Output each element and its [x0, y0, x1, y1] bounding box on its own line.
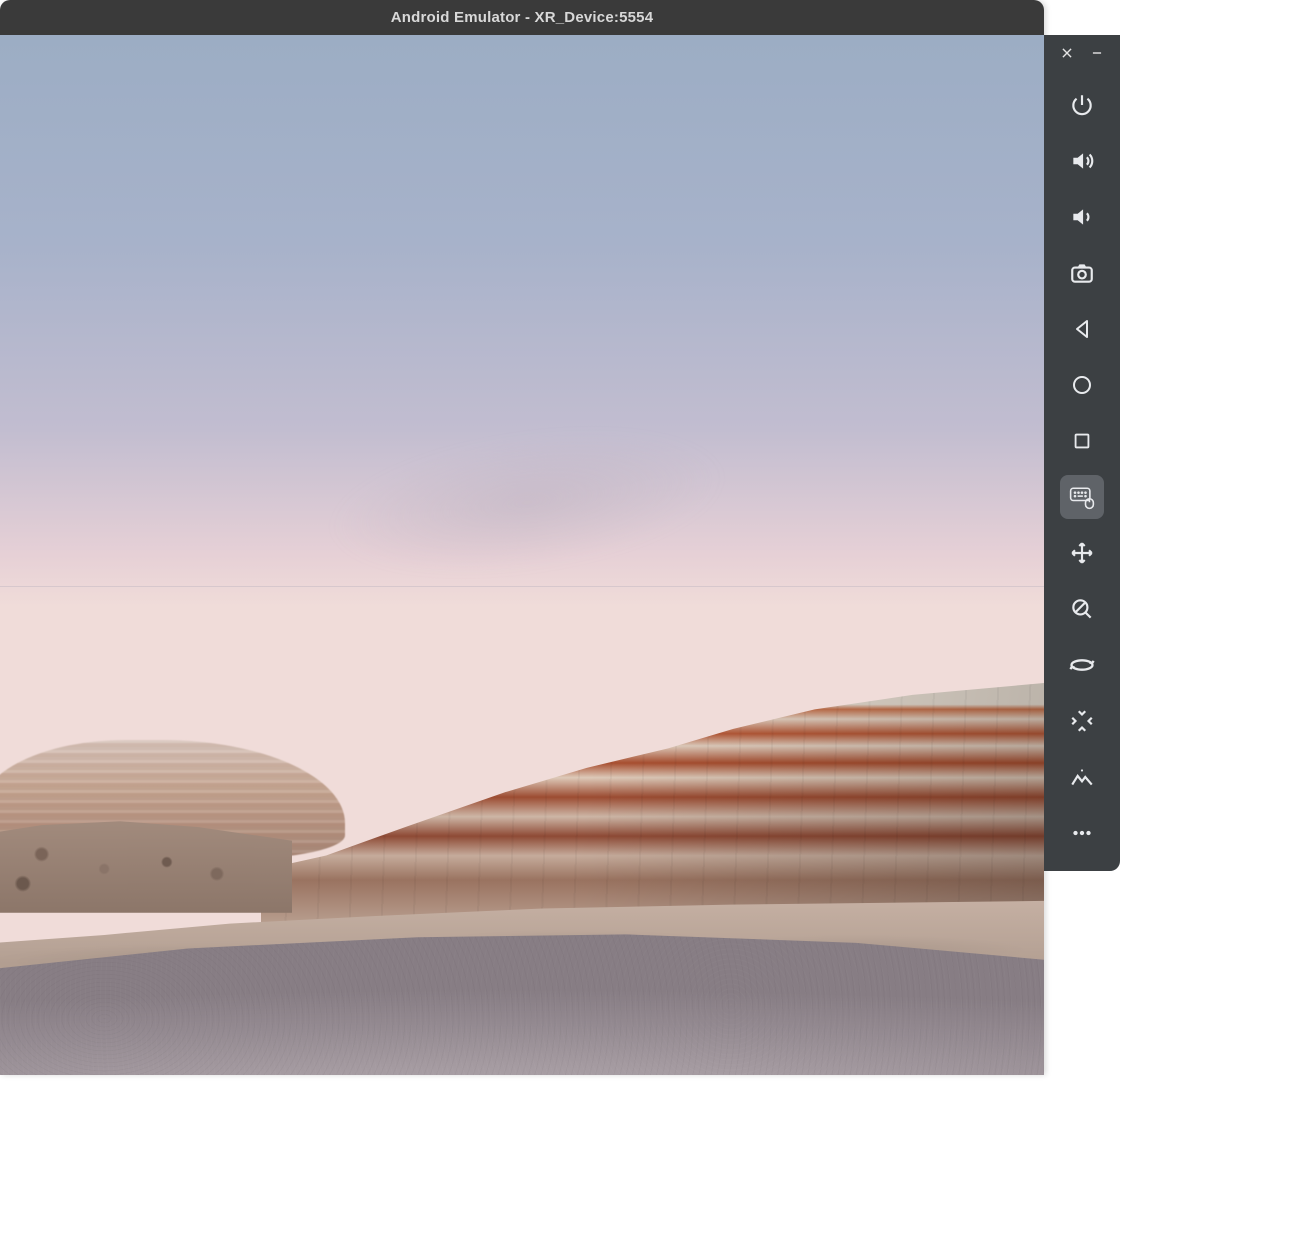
move-button[interactable]: [1060, 531, 1104, 575]
back-button[interactable]: [1060, 307, 1104, 351]
input-mode-icon: [1068, 483, 1096, 511]
emulator-toolbar: [1044, 35, 1120, 871]
passthrough-icon: [1069, 764, 1095, 790]
power-icon: [1069, 92, 1095, 118]
back-icon: [1070, 317, 1094, 341]
home-icon: [1070, 373, 1094, 397]
recenter-button[interactable]: [1060, 699, 1104, 743]
home-button[interactable]: [1060, 363, 1104, 407]
rotate-3d-icon: [1068, 651, 1096, 679]
move-icon: [1069, 540, 1095, 566]
more-button[interactable]: [1060, 811, 1104, 855]
scene-ground: [0, 534, 1044, 1075]
scene-foreground-rock: [0, 934, 1044, 1075]
window-titlebar[interactable]: Android Emulator - XR_Device:5554: [0, 0, 1044, 35]
recenter-icon: [1069, 708, 1095, 734]
volume-down-button[interactable]: [1060, 195, 1104, 239]
close-icon: [1060, 46, 1074, 60]
emulator-window: Android Emulator - XR_Device:5554: [0, 0, 1044, 1075]
zoom-disabled-icon: [1069, 596, 1095, 622]
window-title: Android Emulator - XR_Device:5554: [391, 9, 654, 26]
emulator-viewport[interactable]: [0, 35, 1044, 1075]
overview-icon: [1071, 430, 1093, 452]
power-button[interactable]: [1060, 83, 1104, 127]
scene-mesa: [261, 680, 1044, 923]
volume-up-button[interactable]: [1060, 139, 1104, 183]
more-icon: [1069, 820, 1095, 846]
close-button[interactable]: [1055, 41, 1079, 65]
minimize-button[interactable]: [1085, 41, 1109, 65]
screenshot-icon: [1069, 260, 1095, 286]
volume-down-icon: [1069, 204, 1095, 230]
zoom-disabled-button[interactable]: [1060, 587, 1104, 631]
volume-up-icon: [1069, 148, 1095, 174]
overview-button[interactable]: [1060, 419, 1104, 463]
rotate-3d-button[interactable]: [1060, 643, 1104, 687]
minimize-icon: [1090, 46, 1104, 60]
passthrough-button[interactable]: [1060, 755, 1104, 799]
screenshot-button[interactable]: [1060, 251, 1104, 295]
input-mode-button[interactable]: [1060, 475, 1104, 519]
